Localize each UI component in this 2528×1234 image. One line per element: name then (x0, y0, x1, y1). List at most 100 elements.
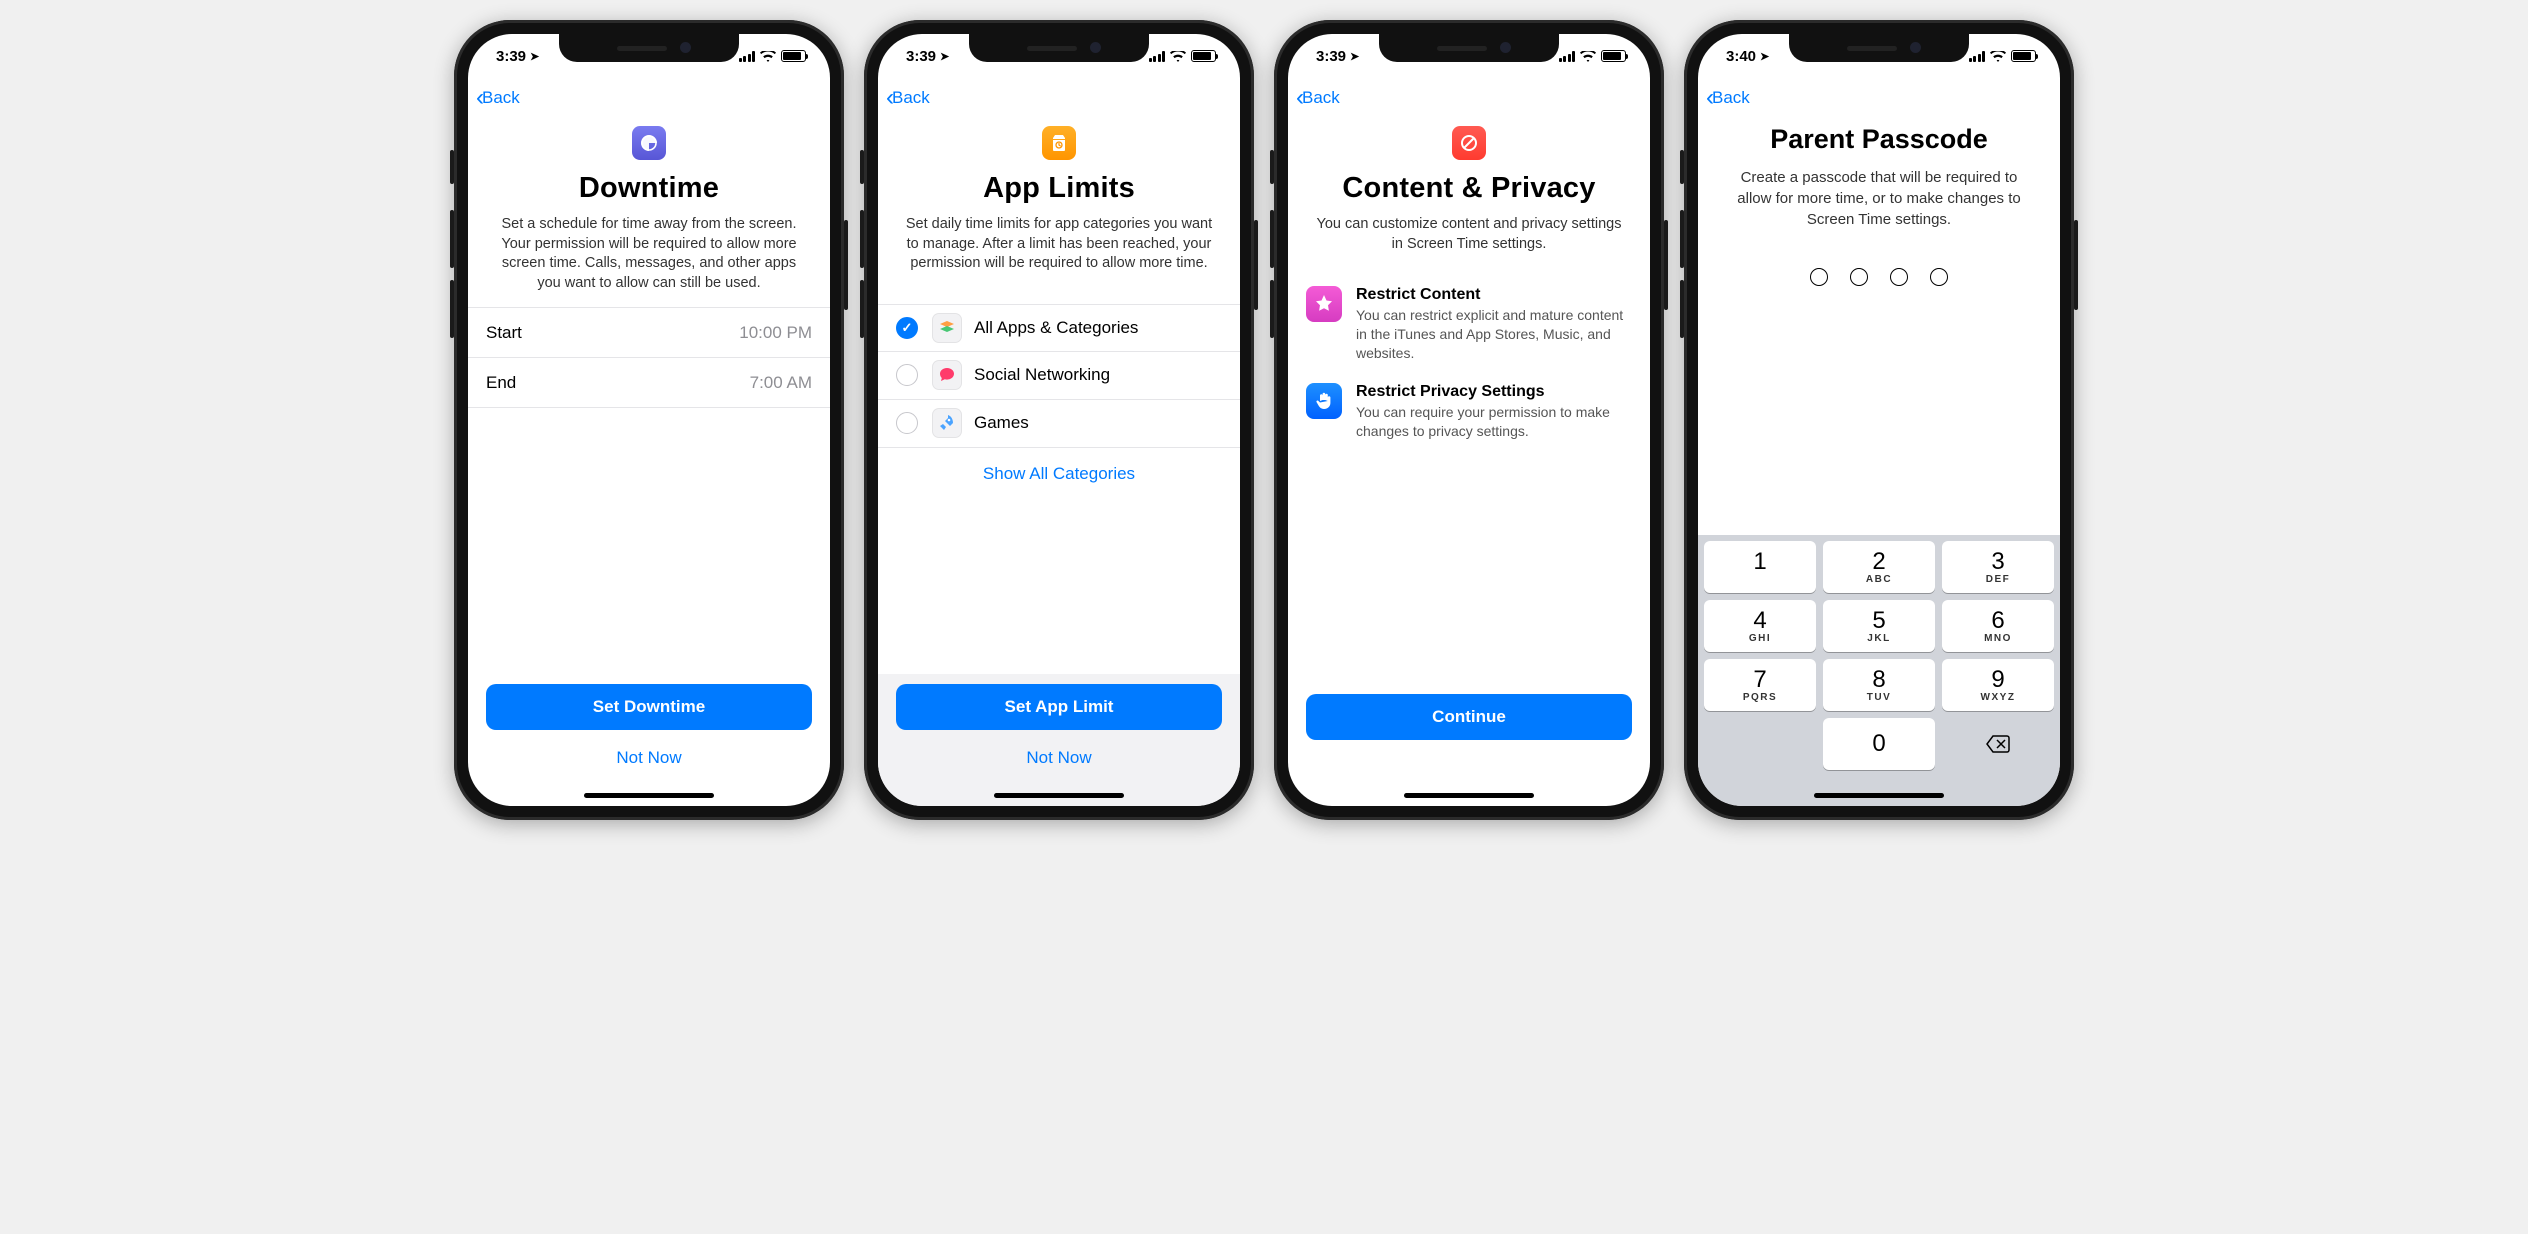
status-time: 3:40 (1726, 48, 1756, 65)
notch (1789, 34, 1969, 62)
app-limits-icon (1042, 126, 1076, 160)
passcode-dot (1850, 268, 1868, 286)
phone-app-limits: 3:39 ➤ ‹ Back App Limits Set daily time … (864, 20, 1254, 820)
home-indicator[interactable] (1404, 793, 1534, 798)
battery-icon (2011, 50, 2036, 62)
end-label: End (486, 373, 516, 393)
feature-restrict-privacy: Restrict Privacy Settings You can requir… (1306, 373, 1632, 451)
back-label: Back (482, 88, 520, 108)
key-1[interactable]: 1 (1704, 541, 1816, 593)
location-icon: ➤ (530, 50, 539, 63)
chat-icon (932, 360, 962, 390)
page-description: Set a schedule for time away from the sc… (492, 215, 806, 293)
back-button[interactable]: ‹ Back (476, 86, 520, 110)
continue-button[interactable]: Continue (1306, 694, 1632, 740)
not-now-button[interactable]: Not Now (486, 738, 812, 778)
page-title: Parent Passcode (1698, 124, 2060, 155)
category-label: All Apps & Categories (974, 318, 1138, 338)
feature-desc: You can require your permission to make … (1356, 403, 1632, 441)
key-3[interactable]: 3DEF (1942, 541, 2054, 593)
wifi-icon (760, 50, 776, 62)
cellular-icon (1559, 51, 1576, 62)
category-label: Games (974, 413, 1029, 433)
feature-title: Restrict Privacy Settings (1356, 383, 1632, 401)
category-social[interactable]: Social Networking (878, 352, 1240, 400)
start-value: 10:00 PM (739, 323, 812, 343)
not-now-button[interactable]: Not Now (896, 738, 1222, 778)
numeric-keypad: 1 2ABC 3DEF 4GHI 5JKL 6MNO 7PQRS 8TUV 9W… (1698, 535, 2060, 776)
phone-downtime: 3:39 ➤ ‹ Back Downtime Set a schedule fo… (454, 20, 844, 820)
status-time: 3:39 (906, 48, 936, 65)
unchecked-icon (896, 412, 918, 434)
phone-content-privacy: 3:39 ➤ ‹ Back Content & Privacy You can … (1274, 20, 1664, 820)
back-label: Back (1712, 88, 1750, 108)
backspace-icon (1985, 734, 2011, 754)
status-time: 3:39 (1316, 48, 1346, 65)
back-button[interactable]: ‹ Back (1296, 86, 1340, 110)
star-icon (1306, 286, 1342, 322)
nav-bar: ‹ Back (1698, 78, 2060, 118)
nav-bar: ‹ Back (878, 78, 1240, 118)
show-all-categories-button[interactable]: Show All Categories (878, 448, 1240, 500)
back-label: Back (1302, 88, 1340, 108)
feature-desc: You can restrict explicit and mature con… (1356, 306, 1632, 363)
key-8[interactable]: 8TUV (1823, 659, 1935, 711)
set-downtime-button[interactable]: Set Downtime (486, 684, 812, 730)
hero: Downtime Set a schedule for time away fr… (468, 118, 830, 307)
cellular-icon (1969, 51, 1986, 62)
back-button[interactable]: ‹ Back (1706, 86, 1750, 110)
rocket-icon (932, 408, 962, 438)
page-title: App Limits (902, 172, 1216, 205)
cellular-icon (1149, 51, 1166, 62)
notch (969, 34, 1149, 62)
end-value: 7:00 AM (750, 373, 812, 393)
key-7[interactable]: 7PQRS (1704, 659, 1816, 711)
key-5[interactable]: 5JKL (1823, 600, 1935, 652)
location-icon: ➤ (940, 50, 949, 63)
key-4[interactable]: 4GHI (1704, 600, 1816, 652)
end-row[interactable]: End 7:00 AM (468, 358, 830, 408)
wifi-icon (1170, 50, 1186, 62)
key-9[interactable]: 9WXYZ (1942, 659, 2054, 711)
category-label: Social Networking (974, 365, 1110, 385)
feature-title: Restrict Content (1356, 286, 1632, 304)
passcode-dot (1890, 268, 1908, 286)
category-games[interactable]: Games (878, 400, 1240, 448)
category-all-apps[interactable]: All Apps & Categories (878, 304, 1240, 352)
feature-restrict-content: Restrict Content You can restrict explic… (1306, 276, 1632, 373)
phone-parent-passcode: 3:40 ➤ ‹ Back Parent Passcode Create a p… (1684, 20, 2074, 820)
start-label: Start (486, 323, 522, 343)
downtime-icon (632, 126, 666, 160)
key-delete[interactable] (1942, 718, 2054, 770)
key-0[interactable]: 0 (1823, 718, 1935, 770)
home-indicator[interactable] (1814, 793, 1944, 798)
home-indicator[interactable] (994, 793, 1124, 798)
checkmark-icon (896, 317, 918, 339)
passcode-dot (1930, 268, 1948, 286)
unchecked-icon (896, 364, 918, 386)
hero: Content & Privacy You can customize cont… (1288, 118, 1650, 268)
nav-bar: ‹ Back (468, 78, 830, 118)
passcode-dot (1810, 268, 1828, 286)
key-6[interactable]: 6MNO (1942, 600, 2054, 652)
passcode-dots (1698, 268, 2060, 286)
back-button[interactable]: ‹ Back (886, 86, 930, 110)
page-description: You can customize content and privacy se… (1312, 215, 1626, 254)
hero: App Limits Set daily time limits for app… (878, 118, 1240, 288)
notch (559, 34, 739, 62)
wifi-icon (1580, 50, 1596, 62)
location-icon: ➤ (1350, 50, 1359, 63)
home-indicator[interactable] (584, 793, 714, 798)
cellular-icon (739, 51, 756, 62)
page-title: Downtime (492, 172, 806, 205)
set-app-limit-button[interactable]: Set App Limit (896, 684, 1222, 730)
battery-icon (781, 50, 806, 62)
home-indicator-area (1698, 776, 2060, 806)
key-2[interactable]: 2ABC (1823, 541, 1935, 593)
back-label: Back (892, 88, 930, 108)
page-description: Set daily time limits for app categories… (902, 215, 1216, 274)
page-title: Content & Privacy (1312, 172, 1626, 205)
restrict-icon (1452, 126, 1486, 160)
notch (1379, 34, 1559, 62)
start-row[interactable]: Start 10:00 PM (468, 308, 830, 358)
